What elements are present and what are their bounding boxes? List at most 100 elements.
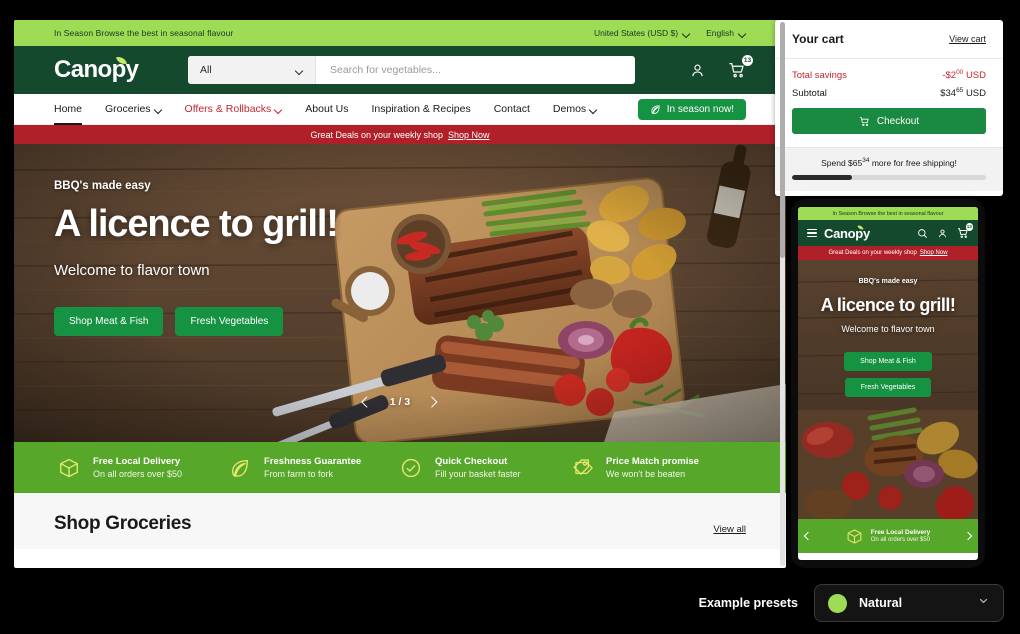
chevron-right-icon[interactable] bbox=[426, 394, 442, 410]
chevron-down-icon bbox=[739, 30, 746, 37]
tag-icon bbox=[571, 457, 593, 479]
nav-item-home[interactable]: Home bbox=[54, 94, 83, 125]
hero-eyebrow: BBQ's made easy bbox=[54, 180, 151, 192]
benefit-subtitle: From farm to fork bbox=[264, 469, 334, 479]
mobile-cart-count-badge: 13 bbox=[965, 223, 973, 231]
cart-count-badge: 13 bbox=[742, 55, 753, 66]
desktop-preview: In Season Browse the best in seasonal fl… bbox=[14, 20, 786, 568]
cart-drawer: Your cart View cart Total savings -$200 … bbox=[775, 20, 1003, 196]
benefit-title: Price Match promise bbox=[606, 456, 699, 467]
nav-item-about-us[interactable]: About Us bbox=[305, 94, 348, 125]
mobile-deal-shop-now-link[interactable]: Shop Now bbox=[920, 250, 948, 256]
benefit-title: Quick Checkout bbox=[435, 456, 508, 467]
hero-content: BBQ's made easy A licence to grill! Welc… bbox=[54, 180, 474, 337]
free-shipping-amount: Spend $65 bbox=[821, 158, 863, 169]
search-category-label: All bbox=[200, 64, 212, 76]
mobile-shop-meat-fish-button[interactable]: Shop Meat & Fish bbox=[844, 352, 932, 372]
hero-title: A licence to grill! bbox=[54, 203, 339, 245]
view-all-link[interactable]: View all bbox=[713, 524, 746, 535]
cart-subtotal-currency: USD bbox=[965, 88, 986, 100]
site-header: Canopy All Search for vegetables... 13 bbox=[14, 46, 786, 94]
mobile-account-button[interactable] bbox=[937, 228, 948, 239]
mobile-hero-eyebrow: BBQ's made easy bbox=[858, 278, 918, 285]
box-icon bbox=[58, 457, 80, 479]
mobile-hero-subtitle: Welcome to flavor town bbox=[841, 324, 935, 335]
user-icon bbox=[692, 64, 703, 76]
site-logo[interactable]: Canopy bbox=[54, 54, 170, 84]
mobile-announcement-bar: In Season Browse the best in seasonal fl… bbox=[798, 207, 978, 220]
in-season-label: In season now! bbox=[666, 103, 734, 115]
slide-counter: 1 / 3 bbox=[389, 396, 411, 408]
nav-item-demos[interactable]: Demos bbox=[553, 94, 597, 125]
free-shipping-message: Spend $6534 more for free shipping! bbox=[792, 157, 986, 168]
deal-strip: Great Deals on your weekly shop Shop Now bbox=[14, 125, 786, 144]
benefits-bar: Free Local Delivery On all orders over $… bbox=[14, 442, 786, 493]
main-nav: Home Groceries Offers & Rollbacks About … bbox=[14, 94, 786, 125]
chevron-left-icon[interactable] bbox=[802, 531, 812, 541]
user-icon bbox=[939, 229, 946, 237]
mobile-benefit-title: Free Local Delivery bbox=[870, 529, 931, 536]
cart-subtotal-amount: $34 bbox=[940, 88, 957, 100]
deal-shop-now-link[interactable]: Shop Now bbox=[448, 130, 490, 140]
mobile-cart-button[interactable]: 13 bbox=[957, 223, 973, 239]
preset-select[interactable]: Natural bbox=[814, 584, 1004, 622]
search-category-select[interactable]: All bbox=[188, 56, 316, 84]
presets-label: Example presets bbox=[698, 596, 798, 610]
nav-item-inspiration-recipes[interactable]: Inspiration & Recipes bbox=[372, 94, 471, 125]
chevron-right-icon[interactable] bbox=[964, 531, 974, 541]
cart-subtotal-value: $3465 USD bbox=[940, 87, 986, 99]
search-input[interactable] bbox=[316, 56, 635, 84]
mobile-hero-content: BBQ's made easy A licence to grill! Welc… bbox=[798, 278, 978, 398]
nav-item-groceries[interactable]: Groceries bbox=[105, 94, 162, 125]
mobile-benefit-bar: Free Local Delivery On all orders over $… bbox=[798, 519, 978, 553]
deal-text: Great Deals on your weekly shop bbox=[310, 129, 444, 140]
mobile-deal-text: Great Deals on your weekly shop bbox=[828, 250, 917, 256]
preset-selected-label: Natural bbox=[859, 596, 903, 610]
nav-label: Offers & Rollbacks bbox=[184, 102, 272, 115]
nav-label: Inspiration & Recipes bbox=[371, 102, 471, 115]
chevron-down-icon bbox=[683, 30, 690, 37]
checkout-button[interactable]: Checkout bbox=[792, 108, 986, 135]
benefit-title: Free Local Delivery bbox=[93, 456, 181, 467]
benefit-freshness-guarantee: Freshness Guarantee From farm to fork bbox=[229, 456, 400, 479]
hero-subtitle: Welcome to flavor town bbox=[54, 262, 210, 280]
view-cart-link[interactable]: View cart bbox=[949, 34, 986, 44]
mobile-logo[interactable]: Canopy bbox=[824, 223, 870, 241]
cart-savings-label: Total savings bbox=[792, 70, 847, 82]
nav-item-offers-rollbacks[interactable]: Offers & Rollbacks bbox=[185, 94, 283, 125]
nav-label: Home bbox=[54, 102, 83, 115]
preview-scrollbar[interactable] bbox=[780, 22, 785, 566]
example-presets-bar: Example presets Natural bbox=[699, 584, 1004, 622]
in-season-now-button[interactable]: In season now! bbox=[637, 98, 746, 120]
mobile-fresh-vegetables-button[interactable]: Fresh Vegetables bbox=[844, 378, 932, 398]
benefit-price-match-promise: Price Match promise We won't be beaten bbox=[571, 456, 742, 479]
hero-shop-meat-fish-button[interactable]: Shop Meat & Fish bbox=[54, 307, 164, 337]
benefit-subtitle: Fill your basket faster bbox=[435, 469, 521, 479]
cart-savings-amount: -$2 bbox=[942, 70, 957, 82]
search-icon bbox=[918, 228, 927, 238]
benefit-quick-checkout: Quick Checkout Fill your basket faster bbox=[400, 456, 571, 479]
country-selector[interactable]: United States (USD $) bbox=[594, 28, 690, 38]
hero-banner: BBQ's made easy A licence to grill! Welc… bbox=[14, 144, 786, 442]
hero-fresh-vegetables-button[interactable]: Fresh Vegetables bbox=[175, 307, 284, 337]
check-circle-icon bbox=[400, 457, 422, 479]
announcement-bar: In Season Browse the best in seasonal fl… bbox=[14, 20, 786, 46]
chevron-left-icon[interactable] bbox=[358, 394, 374, 410]
account-button[interactable] bbox=[689, 62, 706, 79]
chevron-down-icon bbox=[275, 106, 282, 113]
hamburger-icon[interactable] bbox=[807, 227, 817, 240]
chevron-down-icon bbox=[590, 106, 597, 113]
language-label: English bbox=[706, 28, 734, 38]
chevron-down-icon bbox=[977, 594, 990, 612]
nav-label: Demos bbox=[552, 102, 587, 115]
mobile-search-button[interactable] bbox=[917, 228, 928, 239]
announcement-message: In Season Browse the best in seasonal fl… bbox=[54, 28, 234, 38]
cart-button[interactable]: 13 bbox=[728, 55, 753, 79]
mobile-header: Canopy 13 bbox=[798, 220, 978, 246]
preset-color-swatch bbox=[828, 593, 847, 613]
nav-label: About Us bbox=[305, 102, 349, 115]
nav-item-contact[interactable]: Contact bbox=[494, 94, 530, 125]
cart-subtotal-cents: 65 bbox=[956, 87, 964, 95]
benefit-free-local-delivery: Free Local Delivery On all orders over $… bbox=[58, 456, 229, 479]
language-selector[interactable]: English bbox=[706, 28, 746, 38]
